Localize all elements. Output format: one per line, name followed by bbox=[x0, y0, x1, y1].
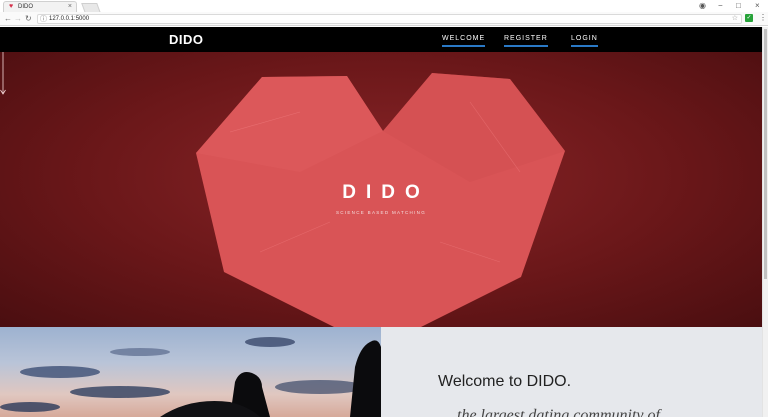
bookmark-star-icon[interactable]: ☆ bbox=[732, 14, 738, 22]
back-arrow-icon[interactable]: ← bbox=[4, 13, 12, 24]
address-url[interactable]: 127.0.0.1:5000 bbox=[49, 15, 89, 23]
nav-register[interactable]: REGISTER bbox=[504, 35, 548, 47]
maximize-button[interactable]: □ bbox=[736, 0, 741, 11]
browser-tab[interactable]: ♥ DIDO × bbox=[3, 1, 77, 12]
address-bar[interactable]: ⓘ 127.0.0.1:5000 ☆ bbox=[37, 14, 742, 24]
nav-login[interactable]: LOGIN bbox=[571, 35, 598, 47]
extension-check-icon[interactable]: ✓ bbox=[745, 14, 753, 22]
welcome-title: Welcome to DIDO. bbox=[438, 373, 572, 390]
window-close-button[interactable]: × bbox=[755, 0, 760, 11]
browser-menu-icon[interactable]: ⋮ bbox=[759, 13, 767, 23]
site-brand[interactable]: DIDO bbox=[169, 32, 204, 47]
scroll-down-arrow-icon[interactable] bbox=[0, 52, 6, 96]
browser-tab-title: DIDO bbox=[18, 4, 33, 10]
page-scrollbar[interactable] bbox=[762, 27, 768, 417]
scrollbar-thumb[interactable] bbox=[764, 29, 767, 279]
profile-icon[interactable]: ◉ bbox=[699, 0, 706, 11]
welcome-panel: Welcome to DIDO. ... the largest dating … bbox=[381, 327, 762, 417]
hero-title: DIDO bbox=[342, 182, 430, 203]
tab-close-icon[interactable]: × bbox=[68, 2, 72, 12]
info-icon[interactable]: ⓘ bbox=[40, 14, 47, 24]
browser-toolbar: ← → ↻ ⓘ 127.0.0.1:5000 ☆ bbox=[0, 12, 768, 26]
minimize-button[interactable]: − bbox=[718, 0, 723, 11]
site-navbar: DIDO WELCOME REGISTER LOGIN bbox=[0, 27, 762, 52]
browser-tab-strip: ♥ DIDO × ◉ − □ × bbox=[0, 0, 768, 13]
nav-welcome[interactable]: WELCOME bbox=[442, 35, 486, 47]
hero-section: DIDO SCIENCE BASED MATCHING bbox=[0, 52, 762, 327]
heart-favicon-icon: ♥ bbox=[9, 3, 14, 10]
reload-icon[interactable]: ↻ bbox=[25, 13, 32, 24]
web-page: DIDO WELCOME REGISTER LOGIN DIDO SCIENCE… bbox=[0, 27, 762, 417]
forward-arrow-icon[interactable]: → bbox=[14, 13, 22, 24]
couple-sunset-photo bbox=[0, 327, 381, 417]
hero-subtitle: SCIENCE BASED MATCHING bbox=[335, 210, 427, 215]
welcome-subtitle: ... the largest dating community of bbox=[441, 407, 660, 417]
